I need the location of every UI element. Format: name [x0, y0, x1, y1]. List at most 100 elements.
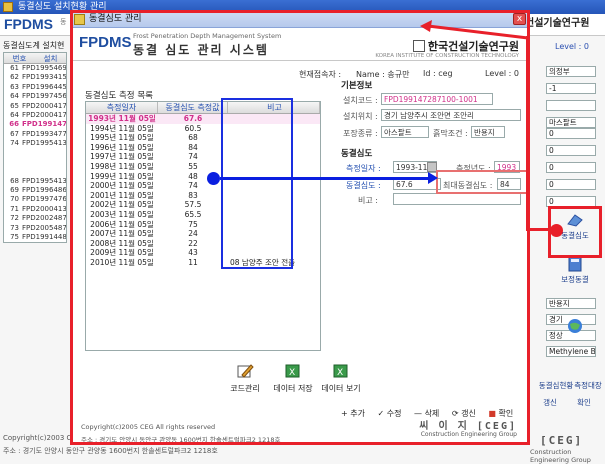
left-list-row[interactable]: 70FPD19974760 — [4, 195, 66, 204]
left-row-code — [22, 149, 66, 158]
main-right-field-lower[interactable]: 반용지 — [546, 298, 596, 309]
note-field[interactable] — [393, 193, 521, 205]
frost-status-button[interactable] — [550, 318, 600, 336]
row-date: 2009년 11월 05일 — [90, 248, 154, 258]
main-ok-button[interactable]: 확인 — [568, 397, 600, 408]
row-note — [228, 133, 320, 143]
wing-icon — [566, 212, 584, 228]
code-field[interactable]: FPD199147287100-1001 — [381, 93, 493, 105]
calendar-dropdown-icon[interactable] — [427, 162, 437, 172]
left-row-code: FPD20054870 — [22, 223, 66, 232]
left-row-code — [22, 158, 66, 167]
measurement-row[interactable]: 2009년 11월 05일 43 — [86, 248, 320, 258]
left-list-row[interactable] — [4, 149, 66, 158]
main-right-field[interactable]: 0 — [546, 196, 596, 207]
max-frost-label: 최대동결심도 : — [443, 181, 493, 190]
left-list-row[interactable]: 61FPD19954690 — [4, 64, 66, 73]
measurement-row[interactable]: 1993년 11월 05일 67.6 — [86, 114, 320, 124]
left-row-code: FPD19954690 — [22, 64, 66, 72]
excel-save-icon: X — [284, 363, 302, 379]
left-row-number: 74 — [10, 139, 19, 148]
left-row-code: FPD19954130 — [22, 139, 66, 148]
left-list-row[interactable]: 64FPD20004170 — [4, 111, 66, 120]
left-row-number: 64 — [10, 92, 19, 101]
max-frost-field[interactable]: 84 — [497, 178, 521, 190]
header-value: 동결심도 측정값 — [158, 102, 228, 113]
row-date: 2002년 11월 05일 — [90, 200, 154, 210]
measurement-row[interactable]: 2002년 11월 05일 57.5 — [86, 200, 320, 210]
ledger-button[interactable]: 측정대장 — [570, 380, 605, 391]
soil-field[interactable]: 반용지 — [471, 126, 505, 138]
left-list-header: 번호 설치 — [4, 53, 66, 64]
main-right-field-lower[interactable]: Methylene Blue — [546, 346, 596, 357]
left-list-row[interactable] — [4, 167, 66, 176]
left-list-row[interactable]: 73FPD20054870 — [4, 224, 66, 233]
measurement-row[interactable]: 2010년 11월 05일 11 08 남양주 조안 전출 — [86, 258, 320, 268]
corrected-frost-button[interactable]: 보정동결 — [550, 256, 600, 285]
main-right-field[interactable]: 0 — [546, 128, 596, 139]
row-value: 24 — [188, 229, 198, 239]
left-list-row[interactable]: 68FPD19954130 — [4, 177, 66, 186]
left-list-row[interactable]: 69FPD19964860 — [4, 186, 66, 195]
blue-arrow-head — [428, 172, 438, 184]
row-note — [228, 210, 320, 220]
row-value: 74 — [188, 152, 198, 162]
pavement-field[interactable]: 아스팔트 — [381, 126, 429, 138]
measurement-row[interactable]: 2006년 11월 05일 75 — [86, 220, 320, 230]
left-list-row[interactable]: 74FPD19954130 — [4, 139, 66, 148]
measurement-table[interactable]: 측정일자 동결심도 측정값 비고 1993년 11월 05일 67.6 1994년 … — [85, 101, 321, 351]
row-note — [228, 239, 320, 249]
left-list-row[interactable]: 64FPD19974560 — [4, 92, 66, 101]
frost-depth-dialog: 동결심도 관리 x FPDMS Frost Penetration Depth … — [70, 10, 530, 445]
measurement-row[interactable]: 1996년 11월 05일 84 — [86, 143, 320, 153]
pencil-icon — [236, 363, 254, 379]
left-list-row[interactable]: 65FPD20004170 — [4, 102, 66, 111]
left-row-number: 67 — [10, 129, 19, 138]
row-date: 2008년 11월 05일 — [90, 238, 154, 248]
measurement-row[interactable]: 2007년 11월 05일 24 — [86, 229, 320, 239]
main-right-field[interactable] — [546, 100, 596, 111]
measurement-row[interactable]: 1998년 11월 05일 55 — [86, 162, 320, 172]
measurement-row[interactable]: 1994년 11월 05일 60.5 — [86, 124, 320, 134]
measurement-row[interactable]: 2008년 11월 05일 22 — [86, 239, 320, 249]
left-list-row[interactable]: 62FPD19934150 — [4, 73, 66, 82]
main-right-field[interactable]: 의정부 — [546, 66, 596, 77]
measurement-row[interactable]: 2003년 11월 05일 65.5 — [86, 210, 320, 220]
main-refresh-button[interactable]: 갱신 — [534, 397, 566, 408]
code-manage-button[interactable]: 코드관리 — [219, 363, 271, 394]
measure-year-field[interactable]: 1993 — [494, 161, 520, 173]
left-list-row[interactable]: 75FPD19914480 — [4, 233, 66, 242]
calculator-icon — [566, 256, 584, 272]
data-save-button[interactable]: X 데이터 저장 — [267, 363, 319, 394]
main-logo-suffix: 동 — [60, 18, 67, 26]
left-list-row[interactable]: 72FPD20024870 — [4, 214, 66, 223]
measurement-row[interactable]: 2000년 11월 05일 74 — [86, 181, 320, 191]
main-footer-ceg-sub: Construction Engineering Group — [530, 448, 591, 464]
main-right-field[interactable]: 0 — [546, 179, 596, 190]
left-row-number: 62 — [10, 73, 19, 82]
row-value: 84 — [188, 142, 198, 152]
left-list-row[interactable]: 67FPD19934770 — [4, 130, 66, 139]
row-value: 55 — [188, 161, 198, 171]
data-view-button[interactable]: X 데이터 보기 — [315, 363, 367, 394]
left-row-number — [4, 149, 22, 158]
left-list-row[interactable]: 71FPD20004130 — [4, 205, 66, 214]
row-date: 1998년 11월 05일 — [90, 161, 154, 171]
measure-list-title: 동결심도 측정 목록 — [85, 91, 153, 101]
red-arrow-head — [420, 20, 529, 40]
location-field[interactable]: 경기 남양주시 조안면 조안리 — [381, 109, 521, 121]
measurement-row[interactable]: 2001년 11월 05일 83 — [86, 191, 320, 201]
main-right-field[interactable]: 0 — [546, 145, 596, 156]
edit-button[interactable]: ✓ 수정 — [378, 409, 402, 418]
add-button[interactable]: + 추가 — [341, 409, 365, 418]
main-right-field[interactable]: -1 — [546, 83, 596, 94]
left-list-row[interactable]: 63FPD19964450 — [4, 83, 66, 92]
main-right-field[interactable]: 마스팔트 — [546, 117, 596, 128]
left-list-row[interactable] — [4, 158, 66, 167]
measurement-row[interactable]: 1997년 11월 05일 74 — [86, 152, 320, 162]
measurement-row[interactable]: 1995년 11월 05일 68 — [86, 133, 320, 143]
left-list-row[interactable]: 66FPD19914720 — [4, 120, 66, 129]
left-list-table[interactable]: 번호 설치 61FPD1995469062FPD1993415063FPD199… — [3, 52, 67, 244]
measurement-table-header: 측정일자 동결심도 측정값 비고 — [86, 102, 320, 114]
main-right-field[interactable]: 0 — [546, 162, 596, 173]
